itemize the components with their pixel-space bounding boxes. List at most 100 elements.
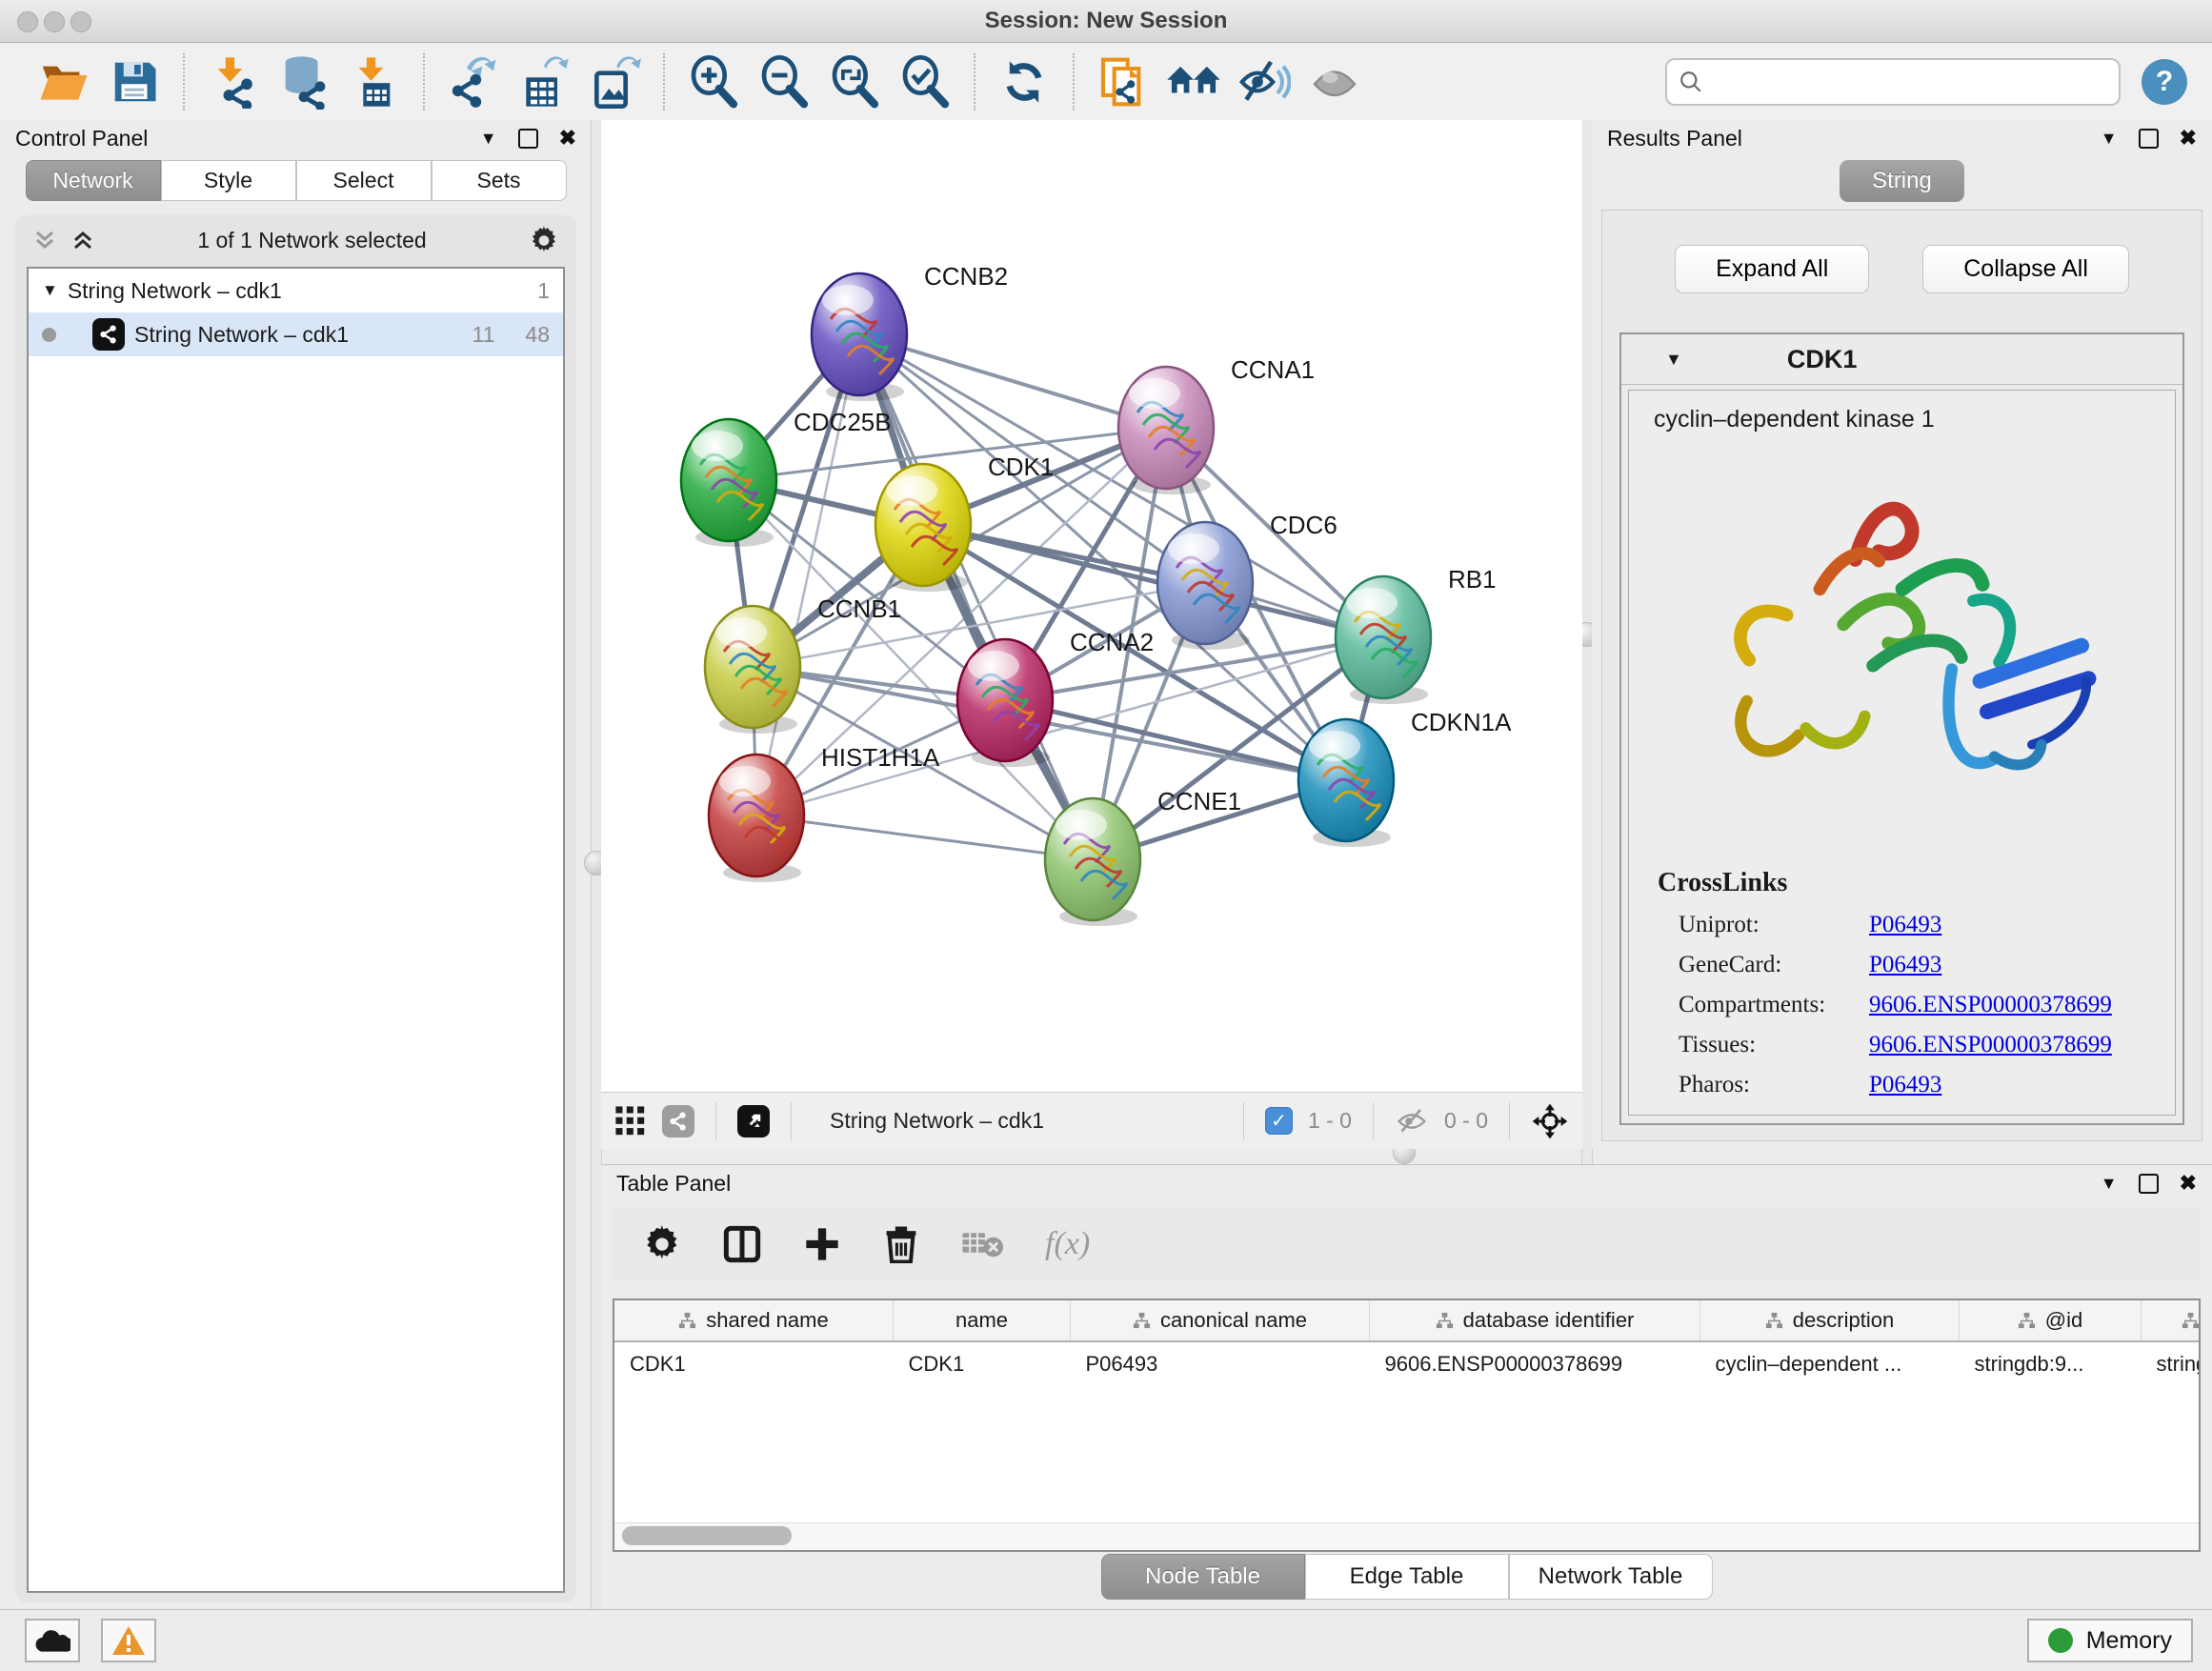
network-node-CDKN1A[interactable]: CDKN1A	[1298, 708, 1512, 847]
panel-close-icon[interactable]: ✖	[2180, 1171, 2197, 1196]
collapse-all-button[interactable]: Collapse All	[1922, 245, 2129, 293]
column-header-name[interactable]: name	[894, 1300, 1071, 1341]
open-folder-icon	[37, 55, 90, 109]
tab-sets[interactable]: Sets	[432, 160, 567, 201]
zoom-fit-button[interactable]	[825, 50, 884, 113]
grid-view-icon[interactable]	[614, 1105, 647, 1137]
crosslink-link[interactable]: P06493	[1869, 912, 1941, 938]
open-in-window-icon[interactable]	[737, 1105, 770, 1137]
network-node-CCNB1[interactable]: CCNB1	[705, 594, 901, 734]
tab-style[interactable]: Style	[161, 160, 296, 201]
string-home-button[interactable]	[1164, 50, 1223, 113]
network-edge-CCNA2-CDKN1A[interactable]	[1005, 700, 1346, 780]
search-input[interactable]	[1711, 69, 2107, 95]
panel-maximize-icon[interactable]	[2139, 129, 2159, 149]
collapse-caret-icon[interactable]: ▼	[1665, 350, 1682, 370]
crosslink-link[interactable]: 9606.ENSP00000378699	[1869, 1032, 2112, 1058]
window-close-button[interactable]	[17, 11, 38, 32]
crosslink-link[interactable]: P06493	[1869, 1072, 1941, 1098]
tree-expand-caret-icon[interactable]: ▼	[42, 281, 58, 300]
memory-button[interactable]: Memory	[2027, 1619, 2193, 1662]
gear-icon[interactable]	[529, 225, 559, 255]
show-results-button[interactable]	[1305, 50, 1364, 113]
zoom-out-button[interactable]	[754, 50, 814, 113]
network-edge-HIST1H1A-CCNE1[interactable]	[756, 815, 1093, 859]
column-header-database-identifier[interactable]: database identifier	[1370, 1300, 1700, 1341]
cloud-status-button[interactable]	[25, 1619, 80, 1662]
horizontal-scrollbar[interactable]	[614, 1522, 2199, 1550]
network-badge-icon[interactable]	[662, 1105, 694, 1137]
tab-network-table[interactable]: Network Table	[1509, 1554, 1713, 1600]
duplicate-network-button[interactable]	[1094, 50, 1153, 113]
delete-column-icon[interactable]	[883, 1225, 919, 1263]
tab-string[interactable]: String	[1840, 160, 1964, 202]
network-node-CCNE1[interactable]: CCNE1	[1045, 787, 1241, 926]
table-cell[interactable]: CDK1	[614, 1341, 894, 1386]
window-zoom-button[interactable]	[70, 11, 91, 32]
expand-all-icon[interactable]	[70, 229, 95, 252]
column-header-canonical-name[interactable]: canonical name	[1071, 1300, 1370, 1341]
selected-checkbox-icon[interactable]: ✓	[1265, 1107, 1293, 1135]
table-cell[interactable]: 9606.ENSP00000378699	[1370, 1341, 1700, 1386]
column-header-shared-name[interactable]: shared name	[614, 1300, 894, 1341]
refresh-button[interactable]	[995, 50, 1054, 113]
table-cell[interactable]: CDK1	[894, 1341, 1071, 1386]
panel-float-icon[interactable]: ▼	[2101, 129, 2118, 149]
export-network-button[interactable]	[444, 50, 503, 113]
network-node-CCNA2[interactable]: CCNA2	[957, 628, 1154, 767]
table-cell[interactable]: cyclin–dependent ...	[1700, 1341, 1960, 1386]
toolbar-separator	[183, 53, 185, 111]
delete-table-icon[interactable]	[961, 1228, 1003, 1260]
tab-select[interactable]: Select	[296, 160, 432, 201]
panel-close-icon[interactable]: ✖	[559, 126, 576, 151]
table-cell[interactable]: P06493	[1071, 1341, 1370, 1386]
export-table-button[interactable]	[514, 50, 573, 113]
network-collection-row[interactable]: ▼ String Network – cdk1 1	[29, 269, 563, 312]
collapse-all-icon[interactable]	[32, 229, 57, 252]
expand-all-button[interactable]: Expand All	[1675, 245, 1869, 293]
gene-card-header[interactable]: ▼ CDK1	[1621, 334, 2182, 385]
function-builder-icon[interactable]: f(x)	[1045, 1226, 1090, 1262]
table-cell[interactable]: stringdb	[2142, 1341, 2202, 1386]
hidden-eye-icon[interactable]	[1395, 1107, 1429, 1136]
birds-eye-crosshair-icon[interactable]	[1531, 1102, 1569, 1140]
network-node-CCNA1[interactable]: CCNA1	[1118, 355, 1315, 494]
column-header-@id[interactable]: @id	[1960, 1300, 2142, 1341]
save-session-button[interactable]	[105, 50, 164, 113]
panel-close-icon[interactable]: ✖	[2180, 126, 2197, 151]
show-columns-icon[interactable]	[723, 1225, 761, 1263]
scrollbar-thumb[interactable]	[622, 1526, 792, 1545]
import-table-button[interactable]	[345, 50, 404, 113]
network-node-RB1[interactable]: RB1	[1336, 565, 1497, 704]
table-row[interactable]: CDK1CDK1P064939606.ENSP00000378699cyclin…	[614, 1341, 2201, 1386]
panel-maximize-icon[interactable]	[2139, 1174, 2159, 1194]
tab-network[interactable]: Network	[26, 160, 161, 201]
zoom-selected-button[interactable]	[895, 50, 955, 113]
hide-results-button[interactable]	[1235, 50, 1294, 113]
column-header-namespac[interactable]: namespac	[2142, 1300, 2202, 1341]
panel-maximize-icon[interactable]	[518, 129, 538, 149]
panel-float-icon[interactable]: ▼	[2101, 1174, 2118, 1194]
import-network-button[interactable]	[204, 50, 263, 113]
network-edge-CDK1-RB1[interactable]	[923, 525, 1383, 637]
open-session-button[interactable]	[34, 50, 93, 113]
tab-edge-table[interactable]: Edge Table	[1305, 1554, 1509, 1600]
warnings-button[interactable]	[101, 1619, 156, 1662]
add-column-icon[interactable]	[803, 1225, 841, 1263]
window-minimize-button[interactable]	[44, 11, 65, 32]
import-database-button[interactable]	[274, 50, 333, 113]
column-header-description[interactable]: description	[1700, 1300, 1960, 1341]
zoom-in-button[interactable]	[684, 50, 743, 113]
crosslink-link[interactable]: P06493	[1869, 952, 1941, 978]
export-image-button[interactable]	[585, 50, 644, 113]
network-node-HIST1H1A[interactable]: HIST1H1A	[709, 743, 940, 882]
network-row[interactable]: String Network – cdk1 11 48	[29, 312, 563, 356]
network-canvas[interactable]: CCNB2CCNA1CDC25BCDK1CDC6RB1CCNB1CCNA2CDK…	[601, 120, 1582, 1093]
network-node-CDC6[interactable]: CDC6	[1157, 511, 1337, 650]
help-button[interactable]: ?	[2142, 59, 2187, 105]
table-cell[interactable]: stringdb:9...	[1960, 1341, 2142, 1386]
table-settings-gear-icon[interactable]	[643, 1225, 681, 1263]
tab-node-table[interactable]: Node Table	[1101, 1554, 1305, 1600]
crosslink-link[interactable]: 9606.ENSP00000378699	[1869, 992, 2112, 1018]
panel-float-icon[interactable]: ▼	[480, 129, 497, 149]
